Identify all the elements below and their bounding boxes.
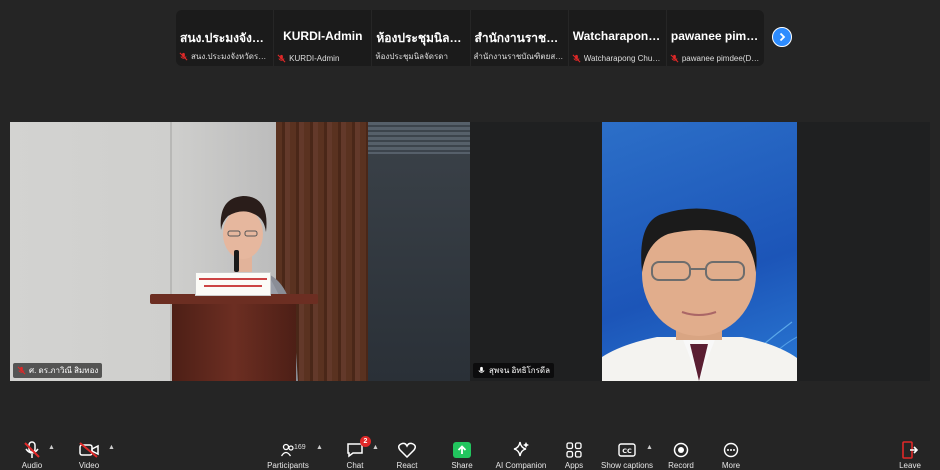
name-sign: [195, 272, 271, 296]
microphone-muted-icon: [277, 54, 286, 63]
participant-thumb[interactable]: สนง.ประมงจังหวั... สนง.ประมงจังหวัดราชบุ…: [176, 10, 275, 66]
participants-count: 169: [294, 444, 306, 451]
share-button[interactable]: Share: [432, 432, 492, 470]
participant-label: สนง.ประมงจังหวัดราชบุรี: [191, 52, 271, 61]
apps-label: Apps: [564, 461, 584, 470]
audio-button[interactable]: Audio: [2, 432, 62, 470]
video-options-caret[interactable]: ▲: [108, 444, 115, 451]
record-label: Record: [668, 461, 694, 470]
heart-icon: [398, 442, 416, 458]
participant-thumb[interactable]: Watcharapong... Watcharapong Chumc...: [569, 10, 667, 66]
leave-icon: [902, 440, 918, 459]
participants-button[interactable]: 169 Participants: [258, 432, 318, 470]
participant-label: Watcharapong Chumc...: [583, 54, 663, 63]
camera-off-icon: [79, 441, 99, 458]
participant-label-row: ห้องประชุมนิลจัดรดา: [375, 50, 466, 63]
leave-button[interactable]: Leave: [880, 432, 940, 470]
svg-text:CC: CC: [622, 447, 632, 455]
participant-name: สุพจน อิทธิโกรดีล: [489, 366, 551, 375]
chevron-right-icon: [779, 32, 786, 42]
next-participants-button[interactable]: [772, 27, 792, 47]
chat-button[interactable]: 2 Chat: [325, 432, 385, 470]
participant-label-row: สำนักงานราชบัณฑิตยสภา: [474, 50, 565, 63]
video-tile-participant[interactable]: สุพจน อิทธิโกรดีล: [470, 122, 930, 381]
microphone-muted-icon: [670, 54, 679, 63]
chat-label: Chat: [346, 461, 364, 470]
react-button[interactable]: React: [377, 432, 437, 470]
participant-name: Watcharapong...: [572, 29, 662, 43]
more-label: More: [721, 461, 741, 470]
ai-companion-button[interactable]: AI Companion: [491, 432, 551, 470]
record-icon: [673, 442, 689, 457]
video-grid: ศ. ดร.ภาวิณี สิมทอง สุพจน อิทธิโกรดีล: [10, 122, 930, 381]
share-label: Share: [451, 461, 473, 470]
participant-label: pawanee pimdee(DOF): [681, 54, 762, 63]
react-label: React: [396, 461, 418, 470]
microphone-muted-icon: [179, 52, 188, 61]
meeting-toolbar: Audio ▲ Video ▲ 169 Participants ▲ 2 Cha…: [0, 432, 940, 470]
leave-label: Leave: [899, 461, 921, 470]
speaker-name-tag: ศ. ดร.ภาวิณี สิมทอง: [13, 363, 103, 378]
video-background: [602, 122, 797, 381]
participant-figure: [602, 208, 797, 381]
sparkle-icon: [513, 441, 529, 456]
participants-options-caret[interactable]: ▲: [316, 444, 323, 451]
participant-name: สำนักงานราชบัณ...: [474, 31, 564, 45]
participant-thumb[interactable]: ห้องประชุมนิลจัด... ห้องประชุมนิลจัดรดา: [372, 10, 471, 66]
participants-label: Participants: [267, 461, 309, 470]
participant-label: KURDI-Admin: [289, 54, 340, 63]
captions-button[interactable]: CC Show captions: [597, 432, 657, 470]
participant-thumb[interactable]: สำนักงานราชบัณ... สำนักงานราชบัณฑิตยสภา: [471, 10, 569, 66]
participant-name: สนง.ประมงจังหวั...: [180, 31, 270, 45]
participant-label: ห้องประชุมนิลจัดรดา: [375, 52, 448, 61]
participant-label-row: Watcharapong Chumc...: [572, 54, 663, 63]
video-label: Video: [78, 461, 100, 470]
participant-label-row: KURDI-Admin: [277, 54, 368, 63]
participant-name: ห้องประชุมนิลจัด...: [376, 31, 466, 45]
audio-options-caret[interactable]: ▲: [48, 444, 55, 451]
participant-label-row: pawanee pimdee(DOF): [670, 54, 761, 63]
participant-label: สำนักงานราชบัณฑิตยสภา: [473, 52, 565, 61]
cc-icon: CC: [618, 442, 636, 457]
apps-button[interactable]: Apps: [544, 432, 604, 470]
chat-badge: 2: [360, 436, 371, 447]
participant-thumb[interactable]: pawanee pimde... pawanee pimdee(DOF): [667, 10, 764, 66]
participant-name-tag: สุพจน อิทธิโกรดีล: [473, 363, 555, 378]
video-button[interactable]: Video: [59, 432, 119, 470]
participant-thumb[interactable]: KURDI-Admin KURDI-Admin: [274, 10, 373, 66]
speaker-name: ศ. ดร.ภาวิณี สิมทอง: [29, 366, 99, 375]
audio-label: Audio: [21, 461, 43, 470]
share-arrow-icon: [453, 441, 471, 458]
microphone-muted-icon: [17, 366, 26, 375]
participant-name: pawanee pimde...: [670, 29, 761, 43]
participant-label-row: สนง.ประมงจังหวัดราชบุรี: [179, 50, 270, 63]
podium: [150, 294, 318, 381]
participant-strip: สนง.ประมงจังหวั... สนง.ประมงจังหวัดราชบุ…: [176, 10, 764, 66]
apps-icon: [566, 441, 582, 458]
ai-companion-label: AI Companion: [495, 461, 547, 470]
microphone-muted-icon: [572, 54, 581, 63]
video-tile-speaker[interactable]: ศ. ดร.ภาวิณี สิมทอง: [10, 122, 470, 381]
participants-icon: [281, 443, 294, 456]
more-button[interactable]: More: [701, 432, 761, 470]
microphone-icon: [478, 366, 485, 373]
more-icon: [723, 442, 739, 457]
captions-label: Show captions: [600, 461, 654, 470]
participant-name: KURDI-Admin: [283, 29, 363, 43]
microphone-muted-icon: [24, 440, 40, 458]
